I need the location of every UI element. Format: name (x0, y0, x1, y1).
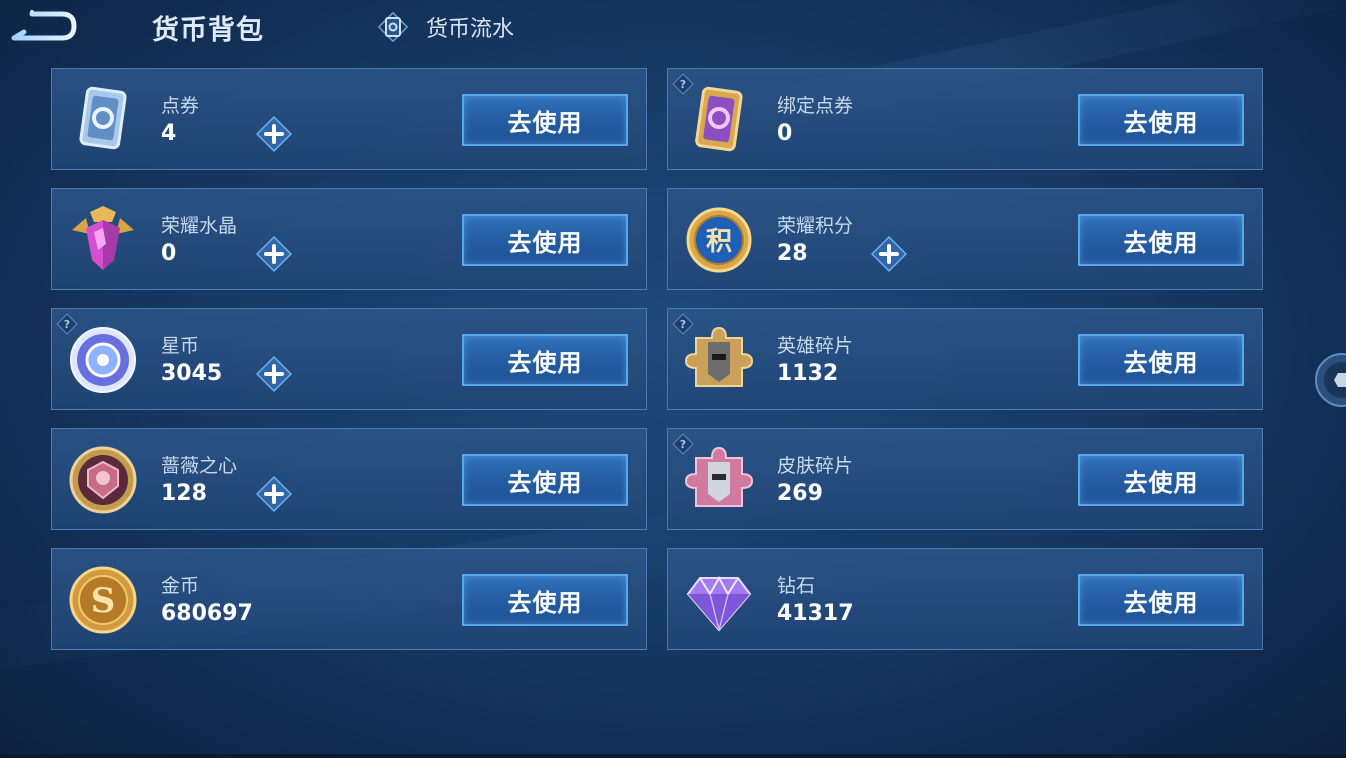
card-value: 128 (161, 481, 207, 506)
card-name: 钻石 (777, 575, 816, 597)
card-name: 荣耀水晶 (161, 215, 238, 237)
add-glory-crystal-button[interactable] (255, 235, 293, 273)
card-value: 269 (777, 481, 823, 506)
skin-fragment-icon (684, 446, 754, 507)
currency-card-rose-heart: 蔷薇之心 128 去使用 (51, 428, 647, 530)
svg-text:S: S (91, 581, 116, 621)
card-value: 680697 (161, 601, 253, 626)
bound-voucher-card-icon (695, 86, 743, 152)
use-button[interactable]: 去使用 (1078, 574, 1244, 626)
gold-coin-icon: S (69, 566, 137, 634)
back-button[interactable] (8, 8, 78, 44)
card-value: 41317 (777, 601, 854, 626)
card-value: 3045 (161, 361, 223, 386)
card-name: 蔷薇之心 (161, 455, 238, 477)
bottom-edge (0, 754, 1346, 758)
use-button[interactable]: 去使用 (462, 334, 628, 386)
currency-flow-tab[interactable]: 货币流水 (374, 8, 514, 46)
use-button[interactable]: 去使用 (1078, 214, 1244, 266)
use-button[interactable]: 去使用 (1078, 454, 1244, 506)
card-value: 1132 (777, 361, 839, 386)
currency-card-glory-points: 积 荣耀积分 28 去使用 (667, 188, 1263, 290)
currency-card-gold-coin: S 金币 680697 去使用 (51, 548, 647, 650)
card-name: 荣耀积分 (777, 215, 854, 237)
use-button[interactable]: 去使用 (462, 214, 628, 266)
card-value: 28 (777, 241, 808, 266)
rose-heart-icon (69, 446, 137, 514)
add-rose-heart-button[interactable] (255, 475, 293, 513)
voucher-card-icon (79, 86, 127, 150)
card-name: 绑定点券 (777, 95, 854, 117)
use-button[interactable]: 去使用 (462, 94, 628, 146)
card-name: 星币 (161, 335, 200, 357)
currency-card-skin-fragment: ? 皮肤碎片 269 去使用 (667, 428, 1263, 530)
use-button[interactable]: 去使用 (462, 574, 628, 626)
currency-card-hero-fragment: ? 英雄碎片 1132 去使用 (667, 308, 1263, 410)
star-coin-icon (70, 327, 136, 393)
glory-points-icon: 积 (686, 207, 752, 273)
card-name: 皮肤碎片 (777, 455, 854, 477)
side-menu-handle-icon[interactable] (1308, 352, 1346, 408)
back-arrow-icon (11, 10, 77, 41)
card-name: 英雄碎片 (777, 335, 854, 357)
card-value: 4 (161, 121, 177, 146)
hero-fragment-icon (684, 326, 754, 387)
add-star-coin-button[interactable] (255, 355, 293, 393)
diamond-icon (686, 575, 752, 632)
add-glory-points-button[interactable] (870, 235, 908, 273)
page-title: 货币背包 (152, 15, 264, 46)
currency-card-bound-voucher: ? 绑定点券 0 去使用 (667, 68, 1263, 170)
card-name: 点券 (161, 95, 200, 117)
use-button[interactable]: 去使用 (1078, 94, 1244, 146)
currency-card-voucher: 点券 4 去使用 (51, 68, 647, 170)
add-voucher-button[interactable] (255, 115, 293, 153)
glory-crystal-icon (72, 206, 134, 270)
currency-card-diamond: 钻石 41317 去使用 (667, 548, 1263, 650)
svg-text:积: 积 (706, 227, 732, 257)
currency-card-star-coin: ? 星币 3045 去使用 (51, 308, 647, 410)
currency-card-glory-crystal: 荣耀水晶 0 去使用 (51, 188, 647, 290)
use-button[interactable]: 去使用 (1078, 334, 1244, 386)
use-button[interactable]: 去使用 (462, 454, 628, 506)
card-value: 0 (161, 241, 177, 266)
card-value: 0 (777, 121, 793, 146)
currency-flow-icon (377, 11, 409, 43)
card-name: 金币 (161, 575, 200, 597)
currency-flow-label: 货币流水 (426, 17, 515, 42)
